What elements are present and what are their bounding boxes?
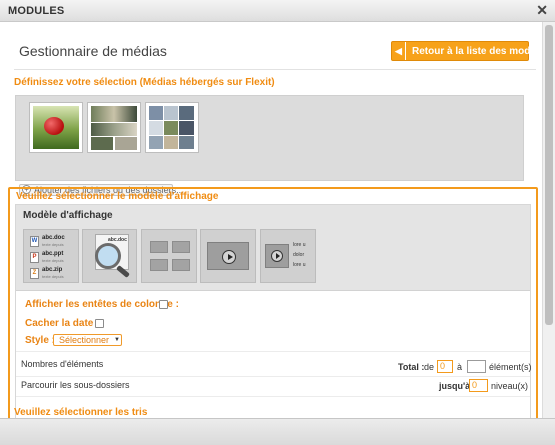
file-name: abc.doc — [42, 235, 65, 241]
depth-unit: niveau(x) — [491, 381, 529, 391]
photo-tile — [149, 136, 163, 149]
file-subtext: texte depuis — [42, 274, 64, 279]
chevron-down-icon: ▼ — [114, 337, 120, 343]
selection-section-label: Définissez votre sélection (Médias héber… — [14, 77, 275, 88]
chevron-left-icon: ◀ — [392, 42, 406, 60]
word-icon: W — [30, 236, 39, 247]
file-subtext: texte depuis — [42, 258, 64, 263]
options-divider — [16, 396, 530, 397]
grid-cell-icon — [150, 259, 168, 271]
powerpoint-icon: P — [30, 252, 39, 263]
display-model-section: Veuillez sélectionner le modèle d'affich… — [8, 187, 538, 418]
element-count-label: Nombres d'éléments — [21, 359, 104, 369]
file-row: W abc.doc texte depuis — [30, 235, 76, 249]
total-label: Total : — [398, 362, 425, 372]
grid-cell-icon — [150, 241, 168, 253]
photo-mosaic-thumbnail[interactable] — [145, 102, 199, 153]
template-video[interactable] — [200, 229, 256, 283]
window-title: MODULES — [8, 5, 65, 17]
style-select[interactable]: Sélectionner ▼ — [53, 334, 122, 346]
photo-tile — [164, 136, 178, 149]
video-list-line: lore u — [293, 262, 306, 268]
close-icon[interactable]: ✕ — [536, 3, 548, 17]
magnifier-icon — [95, 243, 121, 269]
depth-label: jusqu'à — [439, 381, 471, 391]
template-file-list[interactable]: W abc.doc texte depuis P abc.ppt texte d… — [23, 229, 79, 283]
back-to-modules-label: Retour à la liste des modules — [412, 46, 542, 57]
scrollbar-thumb[interactable] — [545, 25, 553, 325]
options-divider — [16, 351, 530, 352]
show-headers-checkbox[interactable] — [159, 300, 168, 309]
photo-tile — [179, 121, 194, 135]
titlebar: MODULES ✕ — [0, 0, 555, 22]
dialog-content: Gestionnaire de médias ◀ Retour à la lis… — [0, 22, 542, 418]
file-subtext: texte depuis — [42, 242, 64, 247]
photo-tile — [115, 137, 137, 150]
hide-date-label: Cacher la date : — [25, 318, 100, 329]
photo-tile — [164, 106, 178, 120]
show-headers-label: Afficher les entêtes de colonne : — [25, 299, 179, 310]
options-divider — [16, 376, 530, 377]
elements-unit: élément(s) — [489, 362, 532, 372]
hide-date-checkbox[interactable] — [95, 319, 104, 328]
photo-tile — [91, 137, 113, 150]
display-model-title: Modèle d'affichage — [23, 210, 113, 221]
apple-photo-thumbnail[interactable] — [29, 102, 83, 153]
header-divider — [14, 69, 536, 70]
from-count-input[interactable]: 0 — [437, 360, 453, 373]
photo-tile — [91, 123, 137, 136]
photo-grid-thumbnail[interactable] — [87, 102, 141, 153]
magnifier-doc-text: abc.doc — [108, 237, 127, 243]
file-row: P abc.ppt texte depuis — [30, 251, 76, 265]
file-row: Z abc.zip texte depuis — [30, 267, 76, 281]
photo-tile — [164, 121, 178, 135]
file-name: abc.ppt — [42, 251, 64, 257]
apple-icon — [44, 117, 64, 135]
video-frame — [265, 244, 289, 268]
style-select-value: Sélectionner — [59, 335, 110, 345]
photo-tile — [149, 121, 163, 135]
dialog-footer — [0, 418, 555, 445]
to-label: à — [457, 362, 463, 372]
video-list-line: dolor — [293, 252, 305, 258]
photo-tile — [179, 106, 194, 120]
back-to-modules-button[interactable]: ◀ Retour à la liste des modules — [391, 41, 542, 61]
style-label: Style : — [25, 335, 56, 346]
selection-panel: + Ajouter des fichiers ou des dossiers..… — [15, 95, 524, 196]
template-video-list[interactable]: lore u dolor lore u — [260, 229, 316, 283]
play-icon — [271, 250, 283, 262]
depth-input[interactable]: 0 — [469, 379, 488, 392]
template-grid[interactable] — [141, 229, 197, 283]
photo-tile — [179, 136, 194, 149]
file-name: abc.zip — [42, 267, 63, 273]
zip-icon: Z — [30, 268, 39, 279]
display-model-panel: Modèle d'affichage W abc.doc texte depui… — [15, 204, 532, 418]
page-title: Gestionnaire de médias — [19, 43, 167, 59]
display-section-label: Veuillez sélectionner le modèle d'affich… — [16, 191, 219, 202]
to-count-input[interactable] — [467, 360, 486, 373]
play-icon — [222, 250, 236, 264]
grid-cell-icon — [172, 241, 190, 253]
sorting-section-label: Veuillez sélectionner les tris — [14, 407, 148, 418]
vertical-scrollbar[interactable] — [542, 22, 555, 418]
photo-tile — [91, 106, 137, 122]
subfolders-label: Parcourir les sous-dossiers — [21, 380, 130, 390]
video-frame — [207, 242, 249, 270]
video-list-line: lore u — [293, 242, 306, 248]
photo-tile — [149, 106, 163, 120]
display-model-header: Modèle d'affichage W abc.doc texte depui… — [16, 205, 530, 291]
from-label: de — [424, 362, 435, 372]
template-magnifier[interactable]: abc.doc — [82, 229, 137, 283]
grid-cell-icon — [172, 259, 190, 271]
